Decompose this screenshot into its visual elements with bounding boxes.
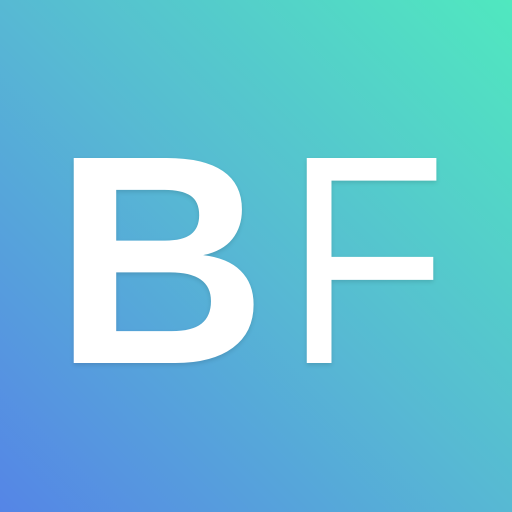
monogram-letter-b: B [54, 94, 267, 427]
app-icon: B F [0, 0, 512, 512]
monogram-letter-f: F [285, 94, 447, 427]
monogram: B F [54, 94, 447, 427]
